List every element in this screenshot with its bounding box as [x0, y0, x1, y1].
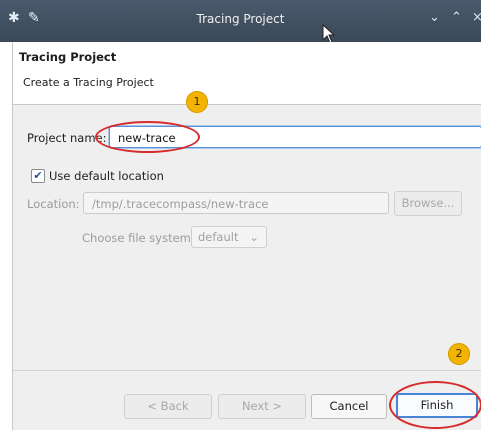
chevron-up-icon[interactable]: ⌃ [451, 10, 462, 25]
close-icon[interactable]: × [472, 10, 481, 25]
back-button[interactable]: < Back [124, 394, 212, 419]
file-system-select[interactable]: default ⌄ [191, 226, 267, 248]
file-system-label: Choose file system: [82, 231, 195, 245]
page-title: Tracing Project [19, 50, 117, 64]
callout-badge-2: 2 [448, 343, 470, 365]
location-label: Location: [27, 197, 80, 211]
footer-divider [13, 370, 481, 371]
callout-badge-1: 1 [186, 91, 208, 113]
file-system-value: default [198, 230, 239, 244]
wizard-header: Tracing Project Create a Tracing Project [13, 42, 481, 105]
location-input[interactable]: /tmp/.tracecompass/new-trace [83, 192, 389, 214]
cancel-button[interactable]: Cancel [311, 394, 387, 419]
highlight-oval [389, 381, 481, 429]
next-button[interactable]: Next > [218, 394, 306, 419]
page-subtitle: Create a Tracing Project [23, 76, 154, 89]
chevron-down-icon[interactable]: ⌄ [429, 10, 440, 25]
browse-button[interactable]: Browse... [394, 191, 462, 216]
highlight-oval [95, 121, 200, 153]
wizard-dialog: Tracing Project Create a Tracing Project… [12, 42, 481, 430]
use-default-location-checkbox[interactable]: ✔ [31, 169, 45, 183]
window-title: Tracing Project [196, 12, 285, 26]
window-titlebar[interactable]: ✱ ✎ Tracing Project ⌄ ⌃ × [0, 0, 481, 44]
mouse-cursor-icon [322, 24, 336, 44]
chevron-down-icon: ⌄ [249, 230, 259, 244]
use-default-location-label[interactable]: Use default location [49, 169, 164, 183]
